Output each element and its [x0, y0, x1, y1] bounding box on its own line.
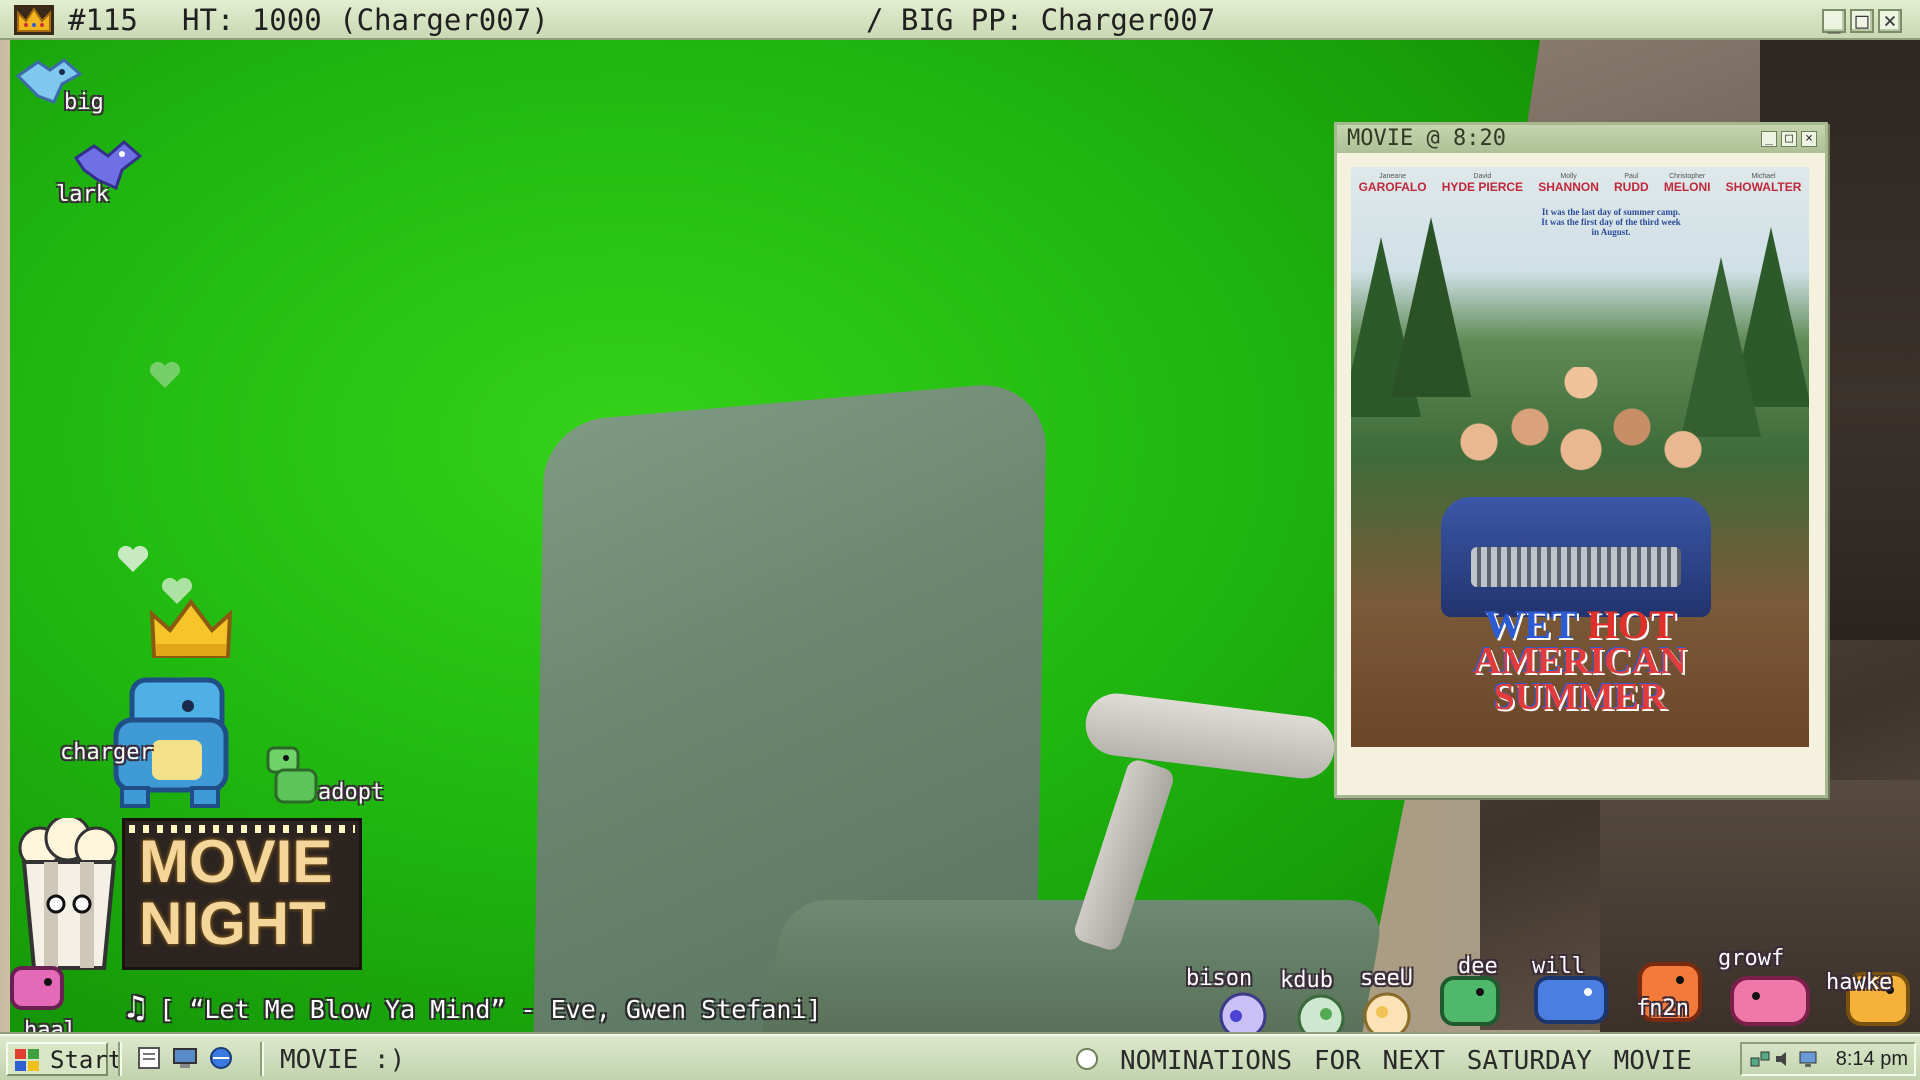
- stream-rank: #115: [68, 3, 138, 37]
- movie-window-title: MOVIE @ 8:20: [1347, 126, 1506, 151]
- desktop-icon[interactable]: [172, 1045, 198, 1071]
- movie-window[interactable]: MOVIE @ 8:20 _ □ × Janeane GAROFALO David…: [1334, 122, 1828, 798]
- egg-pet-icon: [1219, 992, 1267, 1040]
- movie-night-line2: NIGHT: [139, 890, 326, 957]
- poster-tagline: It was the last day of summer camp. It w…: [1541, 207, 1681, 237]
- taskbar-task-movie[interactable]: MOVIE :): [272, 1042, 1092, 1078]
- pet-label-fn2n: fn2n: [1636, 996, 1689, 1021]
- ticker-indicator-icon: [1076, 1048, 1098, 1070]
- egg-pet-icon: [1363, 992, 1411, 1040]
- movie-maximize-button[interactable]: □: [1781, 131, 1797, 147]
- network-icon[interactable]: [1750, 1050, 1770, 1068]
- popcorn-icon: [18, 818, 118, 970]
- credit: Molly SHANNON: [1538, 173, 1599, 194]
- maximize-button[interactable]: □: [1850, 9, 1874, 34]
- clock: 8:14 pm: [1835, 1048, 1908, 1070]
- pet-label-bison: bison: [1186, 966, 1253, 991]
- movie-close-button[interactable]: ×: [1801, 131, 1817, 147]
- poster-crowd-art: [1411, 367, 1751, 517]
- pet-label-big: big: [64, 90, 104, 115]
- dino-pet-icon: [1730, 976, 1810, 1026]
- heart-icon: [117, 545, 149, 572]
- dino-pet-icon: [266, 746, 318, 804]
- music-note-icon: ♫: [126, 988, 146, 1026]
- credit: Michael SHOWALTER: [1725, 173, 1802, 194]
- browser-icon[interactable]: [208, 1045, 234, 1071]
- pet-label-growf: growf: [1718, 946, 1785, 971]
- movie-night-sign: MOVIE NIGHT: [10, 818, 362, 970]
- movie-window-titlebar[interactable]: MOVIE @ 8:20 _ □ ×: [1337, 125, 1825, 153]
- pet-label-adopt: adopt: [318, 780, 385, 805]
- big-pp-label: / BIG PP: Charger007: [866, 3, 1216, 37]
- pet-label-dee: dee: [1458, 954, 1498, 979]
- start-label: Start: [50, 1046, 123, 1074]
- pet-label-charger: charger: [60, 740, 153, 765]
- dino-pet-icon: [1440, 976, 1500, 1026]
- ticker-text: NOMINATIONS FOR NEXT SATURDAY MOVIE: [1120, 1046, 1692, 1076]
- system-tray: 8:14 pm: [1740, 1042, 1916, 1076]
- heart-icon: [149, 361, 181, 388]
- poster-title: WET HOT AMERICAN SUMMER: [1473, 602, 1687, 718]
- movie-poster: Janeane GAROFALO David HYDE PIERCE Molly SH…: [1351, 167, 1809, 747]
- pet-label-lark: lark: [56, 182, 109, 207]
- dino-pet-icon: [10, 966, 64, 1010]
- now-playing: ♫ [ “Let Me Blow Ya Mind” - Eve, Gwen Ste…: [126, 988, 822, 1026]
- taskbar-separator: [118, 1042, 122, 1076]
- poster-truck-grille: [1471, 547, 1681, 587]
- taskbar: Start MOVIE :) NOMINATIONS FOR NEXT SATU…: [0, 1034, 1920, 1080]
- credit: David HYDE PIERCE: [1441, 173, 1524, 194]
- windows-logo-icon: [15, 1049, 39, 1071]
- credit: Janeane GAROFALO: [1358, 173, 1427, 194]
- stream-title-bar: #115 HT: 1000 (Charger007) / BIG PP: Cha…: [0, 0, 1920, 40]
- pet-label-hawke: hawke: [1826, 970, 1893, 995]
- speaker-icon[interactable]: [1774, 1050, 1794, 1068]
- credit: Christopher MELONI: [1663, 173, 1711, 194]
- crown-icon: [14, 5, 54, 35]
- movie-minimize-button[interactable]: _: [1761, 131, 1777, 147]
- pet-label-seeu: seeU: [1360, 966, 1413, 991]
- now-playing-text: [ “Let Me Blow Ya Mind” - Eve, Gwen Stef…: [159, 995, 822, 1024]
- notepad-icon[interactable]: [136, 1045, 162, 1071]
- pet-label-kdub: kdub: [1280, 968, 1333, 993]
- poster-credits: Janeane GAROFALO David HYDE PIERCE Molly SH…: [1351, 173, 1809, 194]
- pet-label-will: will: [1532, 954, 1585, 979]
- credit: Paul RUDD: [1614, 173, 1649, 194]
- start-button[interactable]: Start: [6, 1042, 122, 1076]
- monitor-icon[interactable]: [1798, 1050, 1818, 1068]
- movie-night-line1: MOVIE: [139, 828, 333, 895]
- charger-pet-icon: [113, 677, 229, 808]
- taskbar-separator: [260, 1042, 264, 1076]
- minimize-button[interactable]: _: [1822, 9, 1846, 34]
- high-tier-label: HT: 1000 (Charger007): [182, 3, 549, 37]
- movie-night-panel: MOVIE NIGHT: [122, 818, 362, 970]
- close-button[interactable]: ×: [1878, 9, 1902, 34]
